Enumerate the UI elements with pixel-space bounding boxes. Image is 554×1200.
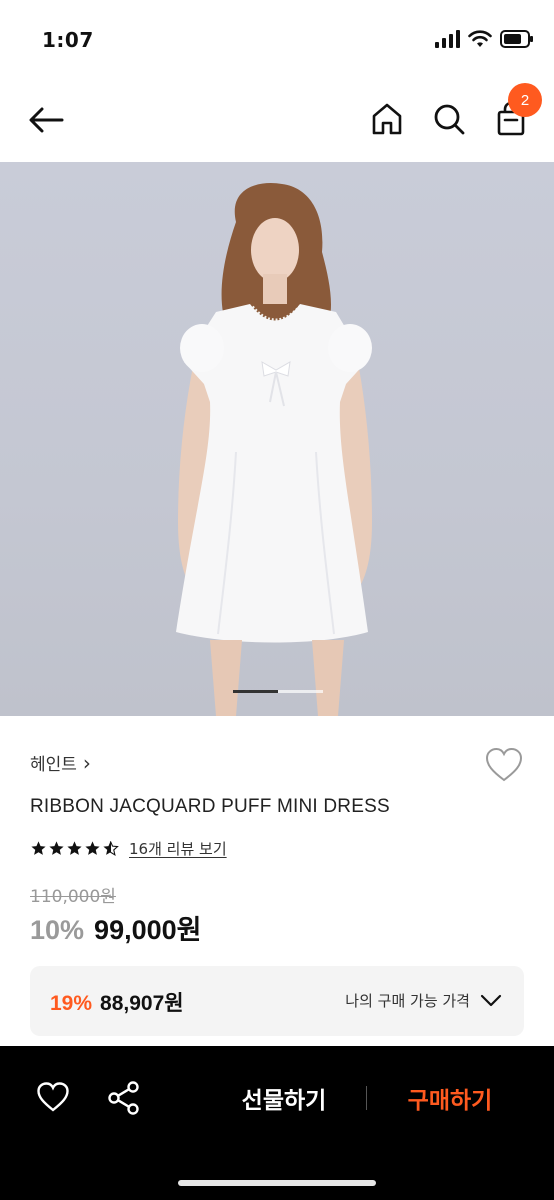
home-indicator (178, 1180, 376, 1186)
signal-icon (435, 30, 460, 48)
price-row: 10% 99,000원 (30, 908, 201, 947)
gift-button[interactable]: 선물하기 (222, 1076, 346, 1120)
back-arrow-icon[interactable] (26, 100, 66, 140)
my-price-toggle[interactable]: 나의 구매 가능 가격 (345, 990, 502, 1011)
product-image-carousel[interactable] (0, 162, 554, 716)
rating-stars (30, 840, 119, 857)
carousel-indicator-active (233, 690, 278, 693)
heart-icon[interactable] (36, 1080, 70, 1114)
wifi-icon (468, 30, 492, 47)
original-price: 110,000원 (30, 887, 116, 907)
battery-icon (500, 30, 533, 48)
my-price-box[interactable]: 19% 88,907원 나의 구매 가능 가격 (30, 966, 524, 1036)
star-icon (31, 841, 46, 855)
top-nav-bar (0, 76, 554, 162)
review-link[interactable]: 16개 리뷰 보기 (129, 838, 227, 859)
search-icon[interactable] (430, 100, 468, 138)
brand-link[interactable]: 헤인트 › (30, 750, 91, 776)
half-star-icon (103, 841, 119, 856)
status-icons (434, 30, 534, 48)
my-price: 88,907원 (100, 992, 184, 1015)
share-icon[interactable] (106, 1080, 142, 1116)
star-icon (67, 841, 82, 855)
product-photo (176, 182, 372, 716)
cart-count-badge: 2 (508, 83, 542, 117)
star-icon (85, 841, 100, 855)
product-name: RIBBON JACQUARD PUFF MINI DRESS (30, 796, 390, 817)
home-icon[interactable] (368, 100, 406, 138)
chevron-down-icon (480, 994, 502, 1006)
status-time: 1:07 (42, 28, 94, 52)
brand-name: 헤인트 (30, 755, 77, 775)
wishlist-heart-icon[interactable] (484, 746, 524, 784)
star-icon (49, 841, 64, 855)
my-price-label: 나의 구매 가능 가격 (345, 992, 470, 1010)
rating-row: 16개 리뷰 보기 (30, 838, 227, 859)
my-discount-rate: 19% (50, 992, 93, 1015)
bottom-bar-divider (366, 1086, 367, 1110)
carousel-indicator (233, 690, 323, 693)
sale-price: 99,000원 (94, 915, 202, 945)
my-price-values: 19% 88,907원 (50, 987, 184, 1017)
bottom-action-bar: 선물하기 구매하기 (0, 1046, 554, 1200)
discount-rate: 10% (30, 915, 85, 945)
chevron-right-icon: › (82, 750, 91, 775)
status-bar: 1:07 (0, 0, 554, 76)
buy-button[interactable]: 구매하기 (388, 1076, 512, 1120)
